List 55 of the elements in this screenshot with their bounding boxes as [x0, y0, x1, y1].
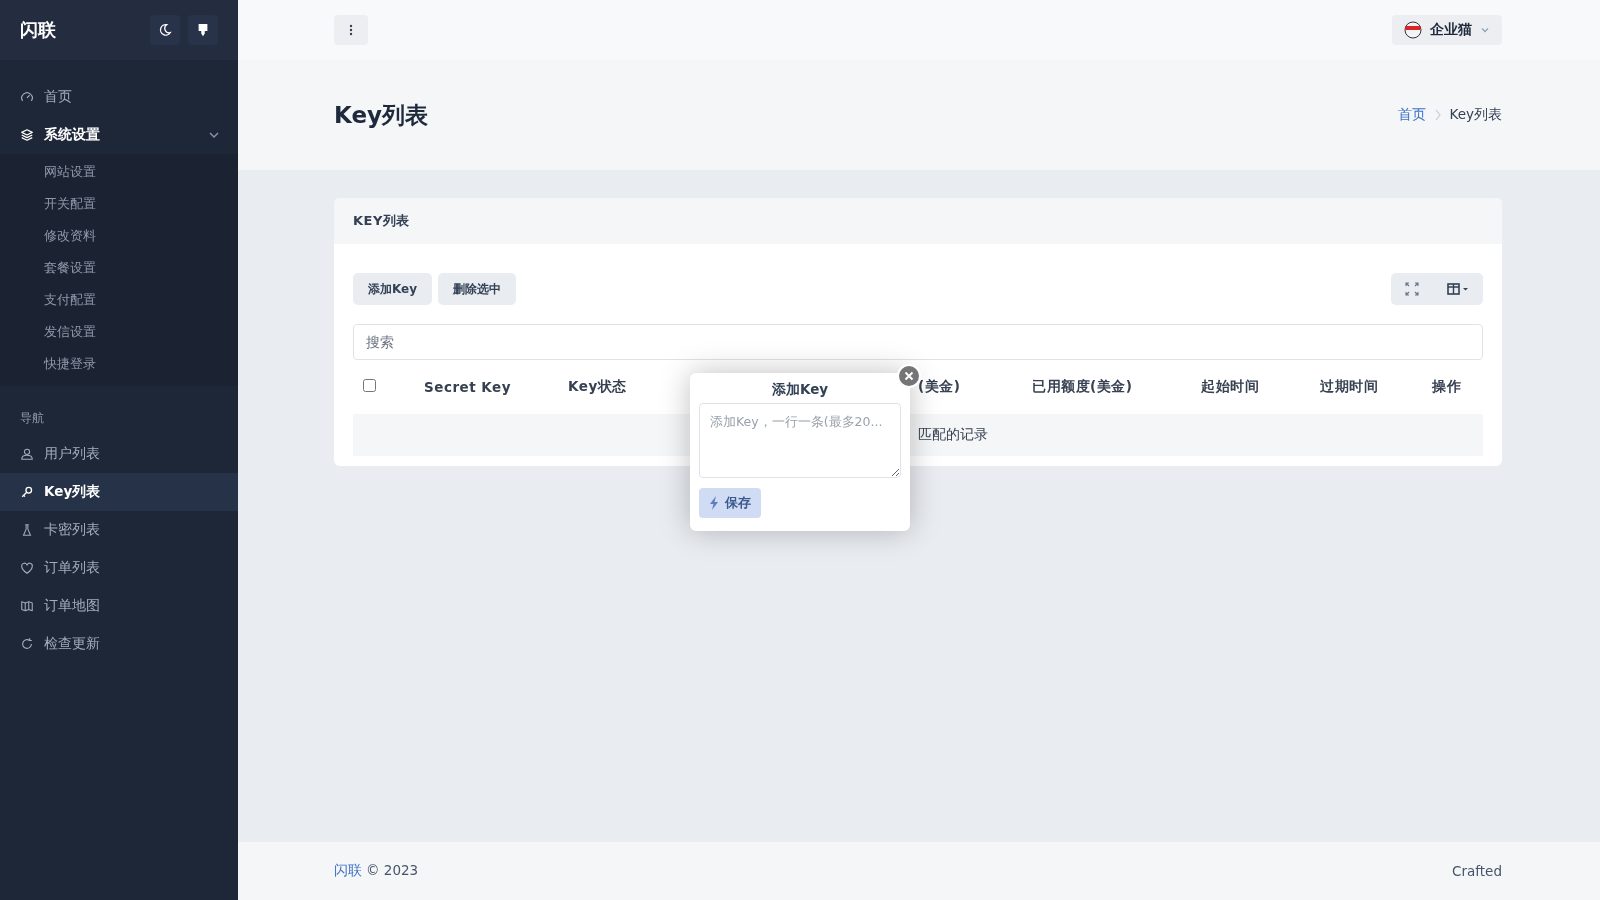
column-header: Secret Key [423, 379, 512, 395]
sidebar-item[interactable]: 订单地图 [0, 587, 238, 625]
toolbar-button[interactable]: 删除选中 [438, 273, 517, 305]
user-icon [20, 447, 34, 461]
avatar-icon [1404, 21, 1422, 39]
column-header: Key状态 [567, 378, 627, 396]
map-icon [20, 599, 34, 613]
submenu-item[interactable]: 支付配置 [0, 284, 238, 316]
submenu-item[interactable]: 快捷登录 [0, 348, 238, 380]
sidebar-item[interactable]: 订单列表 [0, 549, 238, 587]
bolt-icon [709, 496, 719, 510]
copyright-text: © 2023 [366, 862, 419, 880]
column-header: 过期时间 [1319, 378, 1378, 396]
save-button[interactable]: 保存 [699, 488, 761, 518]
chevron-icon [208, 129, 220, 141]
breadcrumb-link[interactable]: 首页 [1397, 106, 1426, 124]
heart-icon [20, 561, 34, 575]
column-header: (美金) [917, 378, 961, 396]
sidebar-item[interactable]: 首页 [0, 78, 238, 116]
submenu-item[interactable]: 开关配置 [0, 188, 238, 220]
chevron-icon [1433, 109, 1442, 121]
sidebar-item[interactable]: 系统设置 [0, 116, 238, 154]
popover-title: 添加Key [770, 381, 830, 399]
user-menu[interactable]: 企业猫 [1392, 15, 1502, 45]
empty-message: 匹配的记录 [917, 426, 989, 444]
flask-icon [20, 523, 34, 537]
column-header: 操作 [1431, 378, 1461, 396]
refresh-icon [20, 637, 34, 651]
layers-icon [20, 128, 34, 142]
search-field[interactable]: 搜索 [353, 324, 1483, 360]
submenu-item[interactable]: 套餐设置 [0, 252, 238, 284]
column-header: 起始时间 [1200, 378, 1259, 396]
select-all-checkbox[interactable] [363, 379, 376, 392]
page-title: Key列表 [334, 100, 428, 130]
footer-link[interactable]: 闪联 [334, 862, 362, 880]
credit-text: Crafted [1452, 863, 1502, 879]
moon-icon[interactable] [150, 15, 180, 45]
sidebar-item[interactable]: Key列表 [0, 473, 238, 511]
sidebar-item[interactable]: 卡密列表 [0, 511, 238, 549]
card-title: KEY列表 [334, 198, 1502, 244]
key-icon [20, 485, 34, 499]
toolbar-button[interactable]: 添加Key [353, 273, 433, 305]
submenu-item[interactable]: 修改资料 [0, 220, 238, 252]
sidebar-item[interactable]: 用户列表 [0, 435, 238, 473]
brush-icon[interactable] [188, 15, 218, 45]
breadcrumb-current: Key列表 [1449, 106, 1502, 124]
column-header: 已用额度(美金) [1031, 378, 1133, 396]
submenu-item[interactable]: 网站设置 [0, 156, 238, 188]
gauge-icon [20, 90, 34, 104]
chevron-icon [1480, 25, 1490, 35]
close-icon[interactable] [897, 364, 921, 388]
submenu-item[interactable]: 发信设置 [0, 316, 238, 348]
brand-name: 闪联 [20, 18, 57, 42]
section-heading: 导航 [19, 410, 45, 427]
sidebar-item[interactable]: 检查更新 [0, 625, 238, 663]
